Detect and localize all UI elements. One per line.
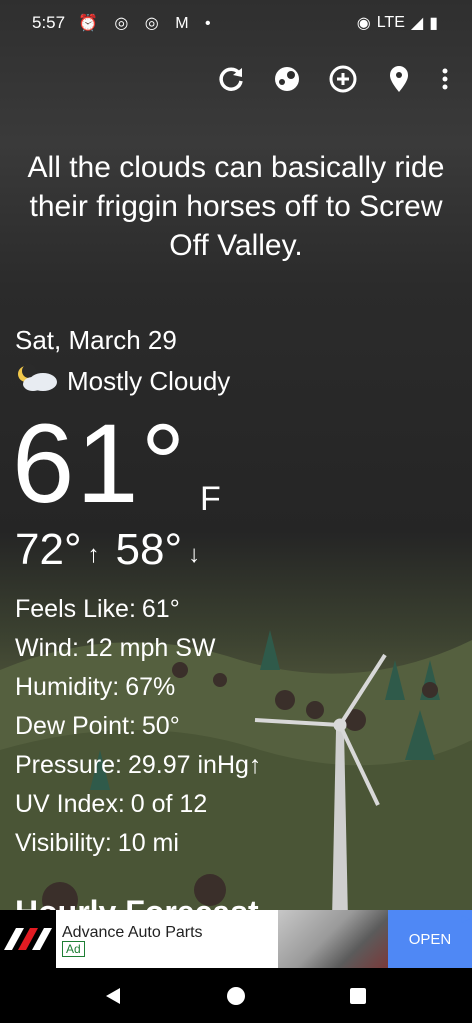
partly-cloudy-night-icon: [15, 363, 59, 400]
radar-icon[interactable]: [270, 62, 304, 96]
ad-banner[interactable]: Advance Auto Parts Ad OPEN ▷: [0, 910, 472, 968]
network-type: LTE: [376, 14, 405, 31]
detail-row: Dew Point: 50°: [15, 712, 180, 740]
low-temp: 58°: [115, 525, 183, 574]
overflow-menu-icon[interactable]: [430, 62, 460, 96]
location-pin-icon[interactable]: [382, 62, 416, 96]
toolbar: [0, 62, 472, 102]
weather-headline: All the clouds can basically ride their …: [27, 151, 445, 262]
ad-info-icon[interactable]: ▷: [462, 912, 470, 925]
temp-unit: F: [200, 480, 221, 518]
detail-row: Pressure: 29.97 inHg↑: [15, 751, 262, 779]
condition-text: Mostly Cloudy: [67, 366, 231, 396]
high-low: 72° ↑ 58° ↓: [15, 525, 200, 575]
gmail-icon: M: [175, 15, 195, 32]
high-temp: 72°: [15, 525, 82, 574]
ad-brand-name: Advance Auto Parts: [62, 924, 203, 941]
home-icon[interactable]: [224, 984, 248, 1008]
ad-brand-logo: [0, 910, 56, 968]
battery-icon: ▮: [429, 15, 438, 32]
add-location-icon[interactable]: [326, 62, 360, 96]
ad-badge: Ad: [62, 941, 85, 957]
refresh-icon[interactable]: [214, 62, 248, 96]
notification-icons: ⏰ ◎ ◎ M •: [78, 13, 217, 33]
ad-open-button[interactable]: OPEN: [388, 910, 472, 968]
recents-icon[interactable]: [346, 984, 370, 1008]
current-date: Sat, March 29: [15, 325, 177, 355]
alarm-icon: ⏰: [78, 15, 104, 32]
ad-image: [278, 910, 388, 968]
up-arrow-icon: ↑: [87, 541, 100, 568]
instagram-icon: ◎: [114, 15, 135, 32]
condition-row: Mostly Cloudy: [15, 363, 230, 400]
detail-row: Wind: 12 mph SW: [15, 634, 216, 662]
back-icon[interactable]: [101, 984, 125, 1008]
detail-row: Feels Like: 61°: [15, 595, 180, 623]
instagram-icon: ◎: [144, 15, 165, 32]
signal-icon: ◢: [410, 15, 424, 32]
status-bar: 5:57 ⏰ ◎ ◎ M • ◉ LTE ◢ ▮: [0, 0, 472, 48]
dot-icon: •: [205, 15, 217, 32]
status-time: 5:57: [32, 13, 66, 32]
detail-row: Visibility: 10 mi: [15, 829, 179, 857]
section-title-hourly: Hourly Forecast: [15, 894, 259, 910]
status-right: ◉ LTE ◢ ▮: [357, 13, 438, 33]
navigation-bar: [0, 968, 472, 1023]
detail-row: UV Index: 0 of 12: [15, 790, 208, 818]
current-temp: 61°: [12, 401, 188, 526]
down-arrow-icon: ↓: [188, 541, 201, 568]
detail-row: Humidity: 67%: [15, 673, 176, 701]
hotspot-icon: ◉: [356, 15, 371, 32]
weather-details: Feels Like: 61° Wind: 12 mph SW Humidity: 6…: [15, 590, 267, 863]
